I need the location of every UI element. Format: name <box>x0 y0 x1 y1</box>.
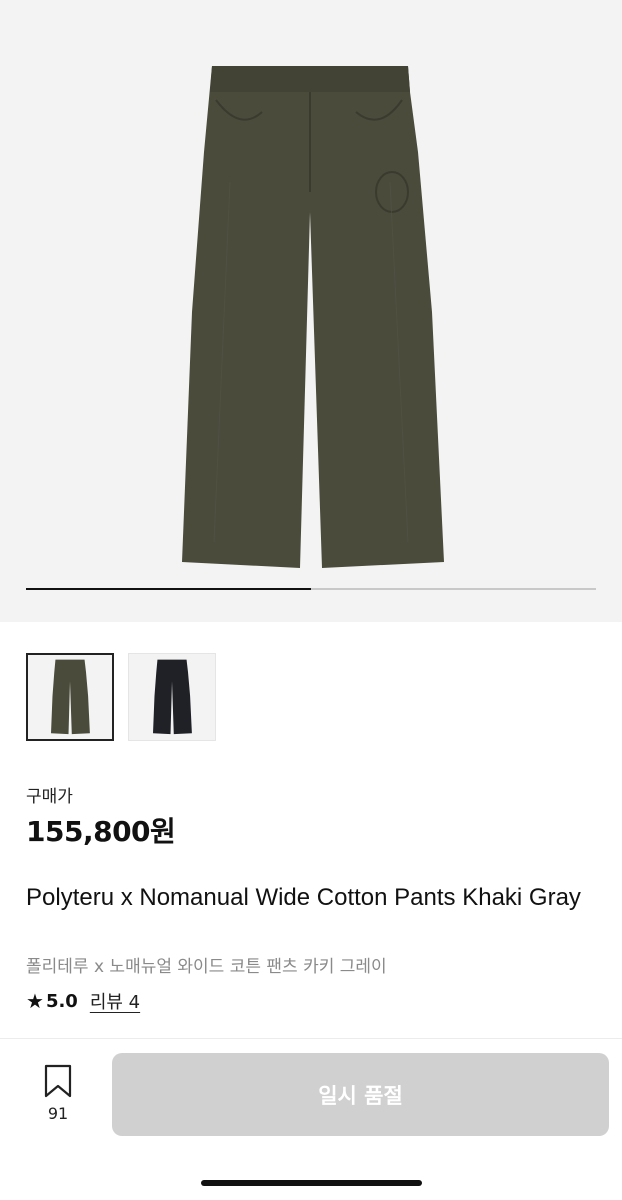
divider <box>0 1038 622 1039</box>
home-indicator <box>201 1180 422 1186</box>
product-image <box>182 66 444 568</box>
thumbnail-pants-image <box>153 659 192 735</box>
thumbnail-khaki-gray[interactable] <box>26 653 114 741</box>
gallery-progress-fill <box>26 588 311 590</box>
color-thumbnails <box>26 653 216 741</box>
sold-out-button[interactable]: 일시 품절 <box>112 1053 609 1136</box>
bookmark-icon <box>44 1064 72 1098</box>
product-title-korean: 폴리테루 x 노매뉴얼 와이드 코튼 팬츠 카키 그레이 <box>26 957 387 977</box>
price-label: 구매가 <box>26 787 73 807</box>
star-icon: ★ <box>26 989 44 1013</box>
thumbnail-pants-image <box>51 659 90 735</box>
reviews-link[interactable]: 리뷰 4 <box>90 988 140 1014</box>
product-title-english: Polyteru x Nomanual Wide Cotton Pants Kh… <box>26 884 581 911</box>
thumbnail-black[interactable] <box>128 653 216 741</box>
bookmark-count: 91 <box>47 1104 69 1123</box>
bookmark-button[interactable]: 91 <box>36 1064 80 1123</box>
product-rating: ★ 5.0 리뷰 4 <box>26 988 140 1014</box>
rating-score: 5.0 <box>45 990 78 1012</box>
gallery-progress-bar <box>26 588 596 590</box>
product-price: 155,800원 <box>26 815 176 848</box>
product-image-gallery[interactable] <box>0 0 622 622</box>
